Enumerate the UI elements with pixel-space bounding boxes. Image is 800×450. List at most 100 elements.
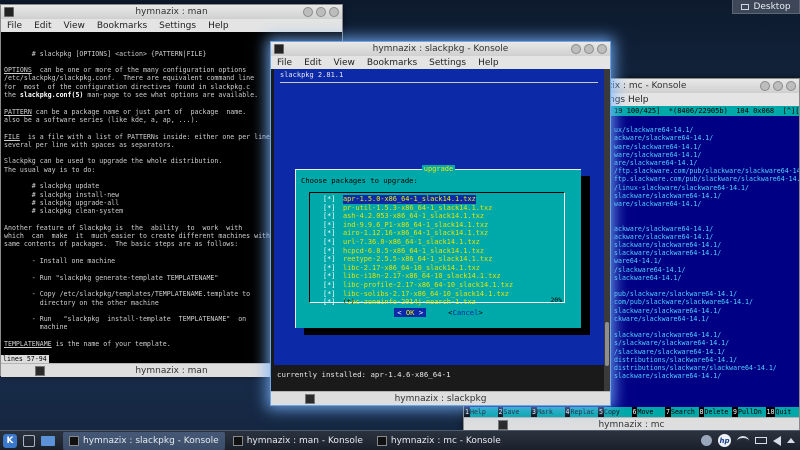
package-checklist[interactable]: [*] apr-1.5.0-x86_64-1_slack14.1.txz [*] pr… — [309, 192, 565, 306]
menu-item-bookmarks[interactable]: Bookmarks — [367, 58, 417, 68]
man-line-text: Another feature of Slackpkg is the abili… — [4, 223, 243, 232]
minimize-button[interactable] — [760, 81, 770, 91]
fkey-copy-button[interactable]: 5 Copy — [598, 407, 632, 417]
menu-item-view[interactable]: View — [64, 21, 85, 31]
slackpkg-tab-bar[interactable]: hymnazix : slackpkg — [271, 391, 610, 405]
maximize-button[interactable] — [773, 81, 783, 91]
konsole-icon — [232, 435, 243, 446]
package-checkbox[interactable]: [*] — [323, 204, 343, 213]
fkey-label: Help — [469, 407, 498, 417]
fkey-help-button[interactable]: 1 Help — [464, 407, 498, 417]
package-checkbox[interactable]: [*] — [323, 290, 343, 299]
fkey-label: Quit — [775, 407, 799, 417]
slackpkg-konsole-window[interactable]: hymnazix : slackpkg - Konsole File Edit Vi… — [270, 41, 611, 406]
minimize-button[interactable] — [303, 7, 313, 17]
package-name: pr-util-1.5.3-x86_64-1_slack14.1.txz — [343, 203, 493, 212]
activities-icon[interactable] — [23, 434, 35, 447]
man-window-titlebar[interactable]: hymnazix : man — [1, 5, 342, 19]
package-row[interactable]: [*] libc-zoneinfo-2014j-noarch-1.txz — [323, 298, 563, 307]
fkey-pulldn-button[interactable]: 9 PullDn — [732, 407, 766, 417]
menu-item-help[interactable]: Help — [208, 21, 229, 31]
taskbar-task-button[interactable]: hymnazix : mc - Konsole — [371, 432, 507, 450]
package-row[interactable]: [*] libc-profile-2.17-x86_64-10_slack14.1… — [323, 281, 563, 290]
package-checkbox[interactable]: [*] — [323, 229, 343, 238]
tray-status-icon[interactable] — [701, 435, 712, 446]
menu-item-view[interactable]: View — [334, 58, 355, 68]
fkey-delete-button[interactable]: 8 Delete — [698, 407, 732, 417]
volume-icon[interactable] — [773, 435, 781, 446]
battery-icon[interactable] — [755, 437, 767, 444]
package-checkbox[interactable]: [*] — [323, 298, 343, 307]
package-checkbox[interactable]: [*] — [323, 247, 343, 256]
package-checkbox[interactable]: [*] — [323, 264, 343, 273]
package-row[interactable]: [*] apr-1.5.0-x86_64-1_slack14.1.txz — [323, 195, 563, 204]
package-name: apr-1.5.0-x86_64-1_slack14.1.txz — [343, 195, 476, 204]
tray-expand-icon[interactable] — [787, 438, 795, 443]
package-checkbox[interactable]: [*] — [323, 212, 343, 221]
man-line-text: The usual way is to do: — [4, 165, 96, 174]
package-row[interactable]: [*] airo-1.12.16-x86_64-1_slack14.1.txz — [323, 229, 563, 238]
mc-text-line: ware64-14.1/ — [614, 257, 662, 266]
package-row[interactable]: [*] hcpcd-6.8.5-x86_64-1_slack14.1.txz — [323, 247, 563, 256]
maximize-button[interactable] — [584, 44, 594, 54]
maximize-button[interactable] — [316, 7, 326, 17]
hp-icon[interactable]: hp — [718, 434, 731, 447]
package-row[interactable]: [*] libc-i18n-2.17-x86_64-10_slack14.1.tx… — [323, 272, 563, 281]
mc-text-line — [614, 323, 799, 331]
cancel-button[interactable]: <Cancel> — [448, 308, 483, 317]
fkey-replac-button[interactable]: 4 Replac — [564, 407, 598, 417]
taskbar-task-button[interactable]: hymnazix : slackpkg - Konsole — [63, 431, 225, 450]
fkey-mark-button[interactable]: 3 Mark — [531, 407, 565, 417]
slackpkg-terminal[interactable]: slackpkg 2.81.1 upgrade Choose packages … — [271, 69, 610, 391]
package-checkbox[interactable]: [*] — [323, 221, 343, 230]
slackpkg-window-titlebar[interactable]: hymnazix : slackpkg - Konsole — [271, 42, 610, 56]
mc-text-line: ftp.slackware.com/pub/slackware/slackwar… — [614, 175, 799, 184]
package-row[interactable]: [*] pr-util-1.5.3-x86_64-1_slack14.1.txz — [323, 204, 563, 213]
close-button[interactable] — [786, 81, 796, 91]
fkey-save-button[interactable]: 2 Save — [497, 407, 531, 417]
mc-text-line: /linux-slackware/slackware64-14.1/ — [614, 183, 749, 192]
menu-item-settings[interactable]: Settings — [159, 21, 196, 31]
package-row[interactable]: [*] ash-4.2.053-x86_64-1_slack14.1.txz — [323, 212, 563, 221]
application-launcher-button[interactable]: K — [3, 433, 17, 448]
terminal-scrollbar[interactable] — [604, 69, 610, 391]
package-name: ind-9.9.6_P1-x86_64-1_slack14.1.txz — [343, 220, 489, 229]
menu-item-bookmarks[interactable]: Bookmarks — [97, 21, 147, 31]
package-checkbox[interactable]: [*] — [323, 255, 343, 264]
fkey-quit-button[interactable]: 10 Quit — [765, 407, 799, 417]
close-button[interactable] — [597, 44, 607, 54]
network-icon[interactable] — [737, 435, 749, 446]
menu-item-file[interactable]: File — [277, 58, 292, 68]
taskbar-task-button[interactable]: hymnazix : man - Konsole — [227, 432, 369, 450]
menu-item-settings[interactable]: Settings — [429, 58, 466, 68]
man-menubar: File Edit View Bookmarks Settings Help — [1, 19, 342, 32]
close-button[interactable] — [329, 7, 339, 17]
package-checkbox[interactable]: [*] — [323, 238, 343, 247]
package-checkbox[interactable]: [*] — [323, 272, 343, 281]
mc-menu-partial[interactable]: ngs Help — [609, 95, 649, 105]
ok-button[interactable]: < OK > — [394, 308, 427, 317]
mc-text-line: slackware64-14.1/ — [614, 273, 682, 282]
menu-item-file[interactable]: File — [7, 21, 22, 31]
minimize-button[interactable] — [571, 44, 581, 54]
package-row[interactable]: [*] url-7.36.0-x86_64-1_slack14.1.txz — [323, 238, 563, 247]
package-row[interactable]: [*] ind-9.9.6_P1-x86_64-1_slack14.1.txz — [323, 221, 563, 230]
file-manager-icon[interactable] — [41, 435, 55, 446]
show-desktop-button[interactable]: Desktop — [732, 0, 800, 14]
man-line-text: Slackpkg can be used to upgrade the whol… — [4, 157, 223, 166]
fkey-search-button[interactable]: 7 Search — [665, 407, 699, 417]
fkey-move-button[interactable]: 6 Move — [631, 407, 665, 417]
menu-item-edit[interactable]: Edit — [304, 58, 321, 68]
mc-tab-bar[interactable]: hymnazix : mc — [464, 417, 799, 431]
menu-item-help[interactable]: Help — [478, 58, 499, 68]
menu-item-edit[interactable]: Edit — [34, 21, 51, 31]
package-checkbox[interactable]: [*] — [323, 281, 343, 290]
package-row[interactable]: [*] libc-2.17-x86_64-10_slack14.1.txz — [323, 264, 563, 273]
task-label: hymnazix : mc - Konsole — [390, 435, 501, 446]
package-row[interactable]: [*] libc-solibs-2.17-x86_64-10_slack14.1.… — [323, 290, 563, 299]
package-row[interactable]: [*] reetype-2.5.5-x86_64-1_slack14.1.txz — [323, 255, 563, 264]
package-checkbox[interactable]: [*] — [323, 195, 343, 204]
scrollbar-thumb[interactable] — [605, 322, 609, 366]
man-line-text: the — [4, 91, 20, 100]
mc-text-line: /ftp.slackware.com/pub/slackware/slackwa… — [614, 167, 799, 176]
